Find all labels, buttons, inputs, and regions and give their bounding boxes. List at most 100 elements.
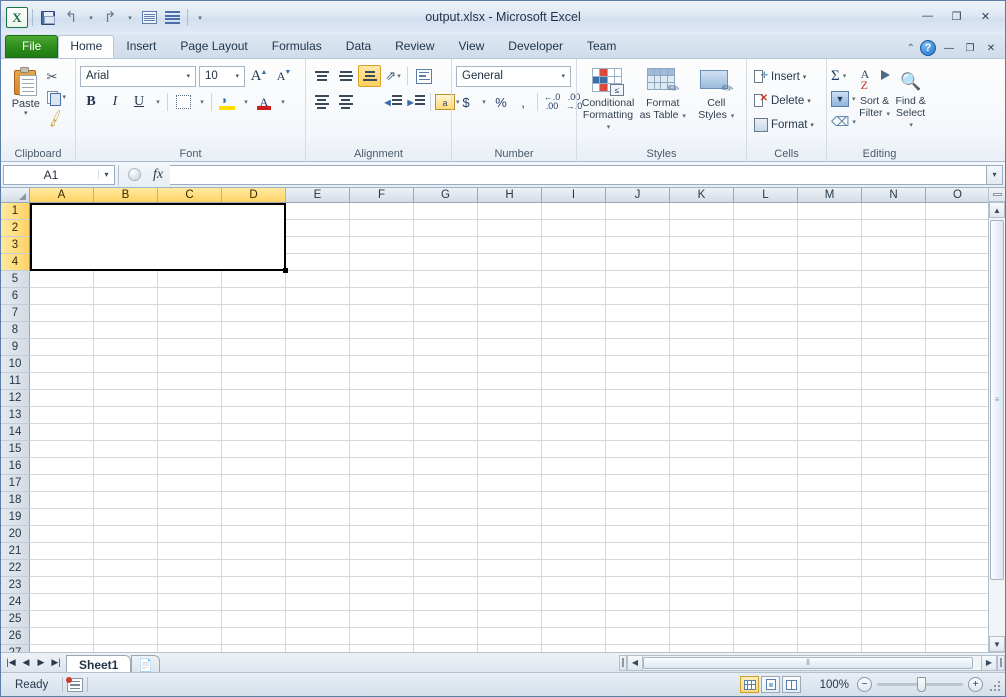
minimize-button[interactable]: — xyxy=(914,7,941,25)
sort-filter-button[interactable]: AZ Sort & Filter ▾ xyxy=(858,64,891,121)
tab-page-layout[interactable]: Page Layout xyxy=(168,35,259,58)
zoom-in-button[interactable]: + xyxy=(968,677,983,692)
clear-button[interactable]: ⌫ ▾ xyxy=(831,111,856,133)
row-header-20[interactable]: 20 xyxy=(1,526,30,543)
row-header-22[interactable]: 22 xyxy=(1,560,30,577)
restore-button[interactable]: ❐ xyxy=(943,7,970,25)
font-name-combo[interactable]: Arial ▾ xyxy=(80,65,196,87)
column-header-J[interactable]: J xyxy=(606,188,670,202)
column-header-B[interactable]: B xyxy=(94,188,158,202)
borders-button[interactable] xyxy=(172,91,194,113)
column-header-K[interactable]: K xyxy=(670,188,734,202)
undo-dropdown[interactable]: ▾ xyxy=(83,7,98,29)
column-header-D[interactable]: D xyxy=(222,188,286,202)
tab-team[interactable]: Team xyxy=(575,35,628,58)
excel-logo-icon[interactable]: X xyxy=(6,7,28,28)
column-header-H[interactable]: H xyxy=(478,188,542,202)
insert-cells-button[interactable]: ✛ Insert ▾ xyxy=(751,66,817,88)
row-header-3[interactable]: 3 xyxy=(1,237,30,254)
column-header-I[interactable]: I xyxy=(542,188,606,202)
page-break-view-button[interactable] xyxy=(782,676,801,693)
undo-button[interactable]: ↰ xyxy=(60,7,82,29)
row-header-11[interactable]: 11 xyxy=(1,373,30,390)
tab-home[interactable]: Home xyxy=(58,35,115,58)
fill-color-button[interactable]: ◗ xyxy=(216,91,238,113)
decrease-indent-button[interactable]: ◀ xyxy=(382,91,404,113)
row-header-21[interactable]: 21 xyxy=(1,543,30,560)
row-header-18[interactable]: 18 xyxy=(1,492,30,509)
align-bottom-button[interactable] xyxy=(358,65,381,87)
normal-view-button[interactable] xyxy=(740,676,759,693)
underline-dropdown[interactable]: ▾ xyxy=(152,91,163,113)
increase-indent-button[interactable]: ▶ xyxy=(405,91,427,113)
record-macro-icon[interactable] xyxy=(66,676,84,692)
column-header-M[interactable]: M xyxy=(798,188,862,202)
row-header-5[interactable]: 5 xyxy=(1,271,30,288)
row-header-19[interactable]: 19 xyxy=(1,509,30,526)
horizontal-scroll-track[interactable]: ⦀ xyxy=(643,654,981,671)
font-color-dropdown[interactable]: ▾ xyxy=(277,91,288,113)
column-header-A[interactable]: A xyxy=(30,188,94,202)
scroll-up-button[interactable]: ▲ xyxy=(989,202,1005,218)
zoom-thumb[interactable] xyxy=(917,677,926,692)
fill-handle[interactable] xyxy=(283,268,288,273)
tab-file[interactable]: File xyxy=(5,35,59,58)
underline-button[interactable]: U xyxy=(128,91,150,113)
align-left-button[interactable] xyxy=(310,91,333,113)
expand-formula-bar-button[interactable]: ▾ xyxy=(987,164,1003,185)
horizontal-scroll-thumb[interactable]: ⦀ xyxy=(643,656,973,669)
cell-styles-button[interactable]: ✎ Cell Styles ▾ xyxy=(691,64,743,123)
column-header-F[interactable]: F xyxy=(350,188,414,202)
insert-function-button[interactable]: fx xyxy=(146,165,170,185)
formula-input[interactable] xyxy=(170,164,987,185)
row-header-13[interactable]: 13 xyxy=(1,407,30,424)
currency-button[interactable]: $ xyxy=(456,91,476,113)
row-header-23[interactable]: 23 xyxy=(1,577,30,594)
save-button[interactable] xyxy=(37,7,59,29)
font-size-combo[interactable]: 10 ▾ xyxy=(199,65,245,87)
name-box-dropdown-icon[interactable]: ▾ xyxy=(98,170,114,179)
comma-style-button[interactable]: , xyxy=(513,91,533,113)
find-select-button[interactable]: 🔍 Find & Select ▾ xyxy=(893,64,928,133)
tab-formulas[interactable]: Formulas xyxy=(260,35,334,58)
column-header-C[interactable]: C xyxy=(158,188,222,202)
next-sheet-button[interactable]: ▶ xyxy=(34,656,48,670)
shrink-font-button[interactable]: A ▼ xyxy=(273,65,295,87)
horizontal-split-handle-2[interactable] xyxy=(997,654,1005,671)
last-sheet-button[interactable]: ▶| xyxy=(49,656,63,670)
column-header-O[interactable]: O xyxy=(926,188,988,202)
row-header-17[interactable]: 17 xyxy=(1,475,30,492)
align-middle-button[interactable] xyxy=(334,65,357,87)
workbook-close-button[interactable]: ✕ xyxy=(983,41,999,55)
paste-button[interactable]: Paste ▾ xyxy=(5,64,47,118)
selection-box[interactable] xyxy=(30,203,286,271)
customize-qat-button[interactable]: ▾ xyxy=(192,7,207,29)
row-header-15[interactable]: 15 xyxy=(1,441,30,458)
fill-button[interactable]: ▼ ▾ xyxy=(831,88,856,110)
redo-button[interactable]: ↱ xyxy=(99,7,121,29)
row-header-12[interactable]: 12 xyxy=(1,390,30,407)
close-button[interactable]: ✕ xyxy=(972,7,999,25)
tab-insert[interactable]: Insert xyxy=(114,35,168,58)
sort-quick-button[interactable] xyxy=(138,7,160,29)
italic-button[interactable]: I xyxy=(104,91,126,113)
vertical-scroll-track[interactable]: ≡ xyxy=(989,218,1005,636)
delete-cells-button[interactable]: ✕ Delete ▾ xyxy=(751,90,817,112)
format-cells-button[interactable]: Format ▾ xyxy=(751,114,817,136)
lines-quick-button[interactable] xyxy=(161,7,183,29)
row-header-27[interactable]: 27 xyxy=(1,645,30,652)
redo-dropdown[interactable]: ▾ xyxy=(122,7,137,29)
scroll-right-button[interactable]: ▶ xyxy=(981,654,997,671)
percent-style-button[interactable]: % xyxy=(491,91,511,113)
align-top-button[interactable] xyxy=(310,65,333,87)
help-icon[interactable]: ? xyxy=(920,40,936,56)
format-as-table-button[interactable]: ✎ Format as Table ▾ xyxy=(637,64,689,123)
row-header-2[interactable]: 2 xyxy=(1,220,30,237)
row-header-4[interactable]: 4 xyxy=(1,254,30,271)
first-sheet-button[interactable]: |◀ xyxy=(4,656,18,670)
fill-color-dropdown[interactable]: ▾ xyxy=(240,91,251,113)
format-painter-button[interactable]: 🖌 xyxy=(44,108,71,128)
font-color-button[interactable]: A xyxy=(253,91,275,113)
row-header-8[interactable]: 8 xyxy=(1,322,30,339)
workbook-minimize-button[interactable]: — xyxy=(941,41,957,55)
